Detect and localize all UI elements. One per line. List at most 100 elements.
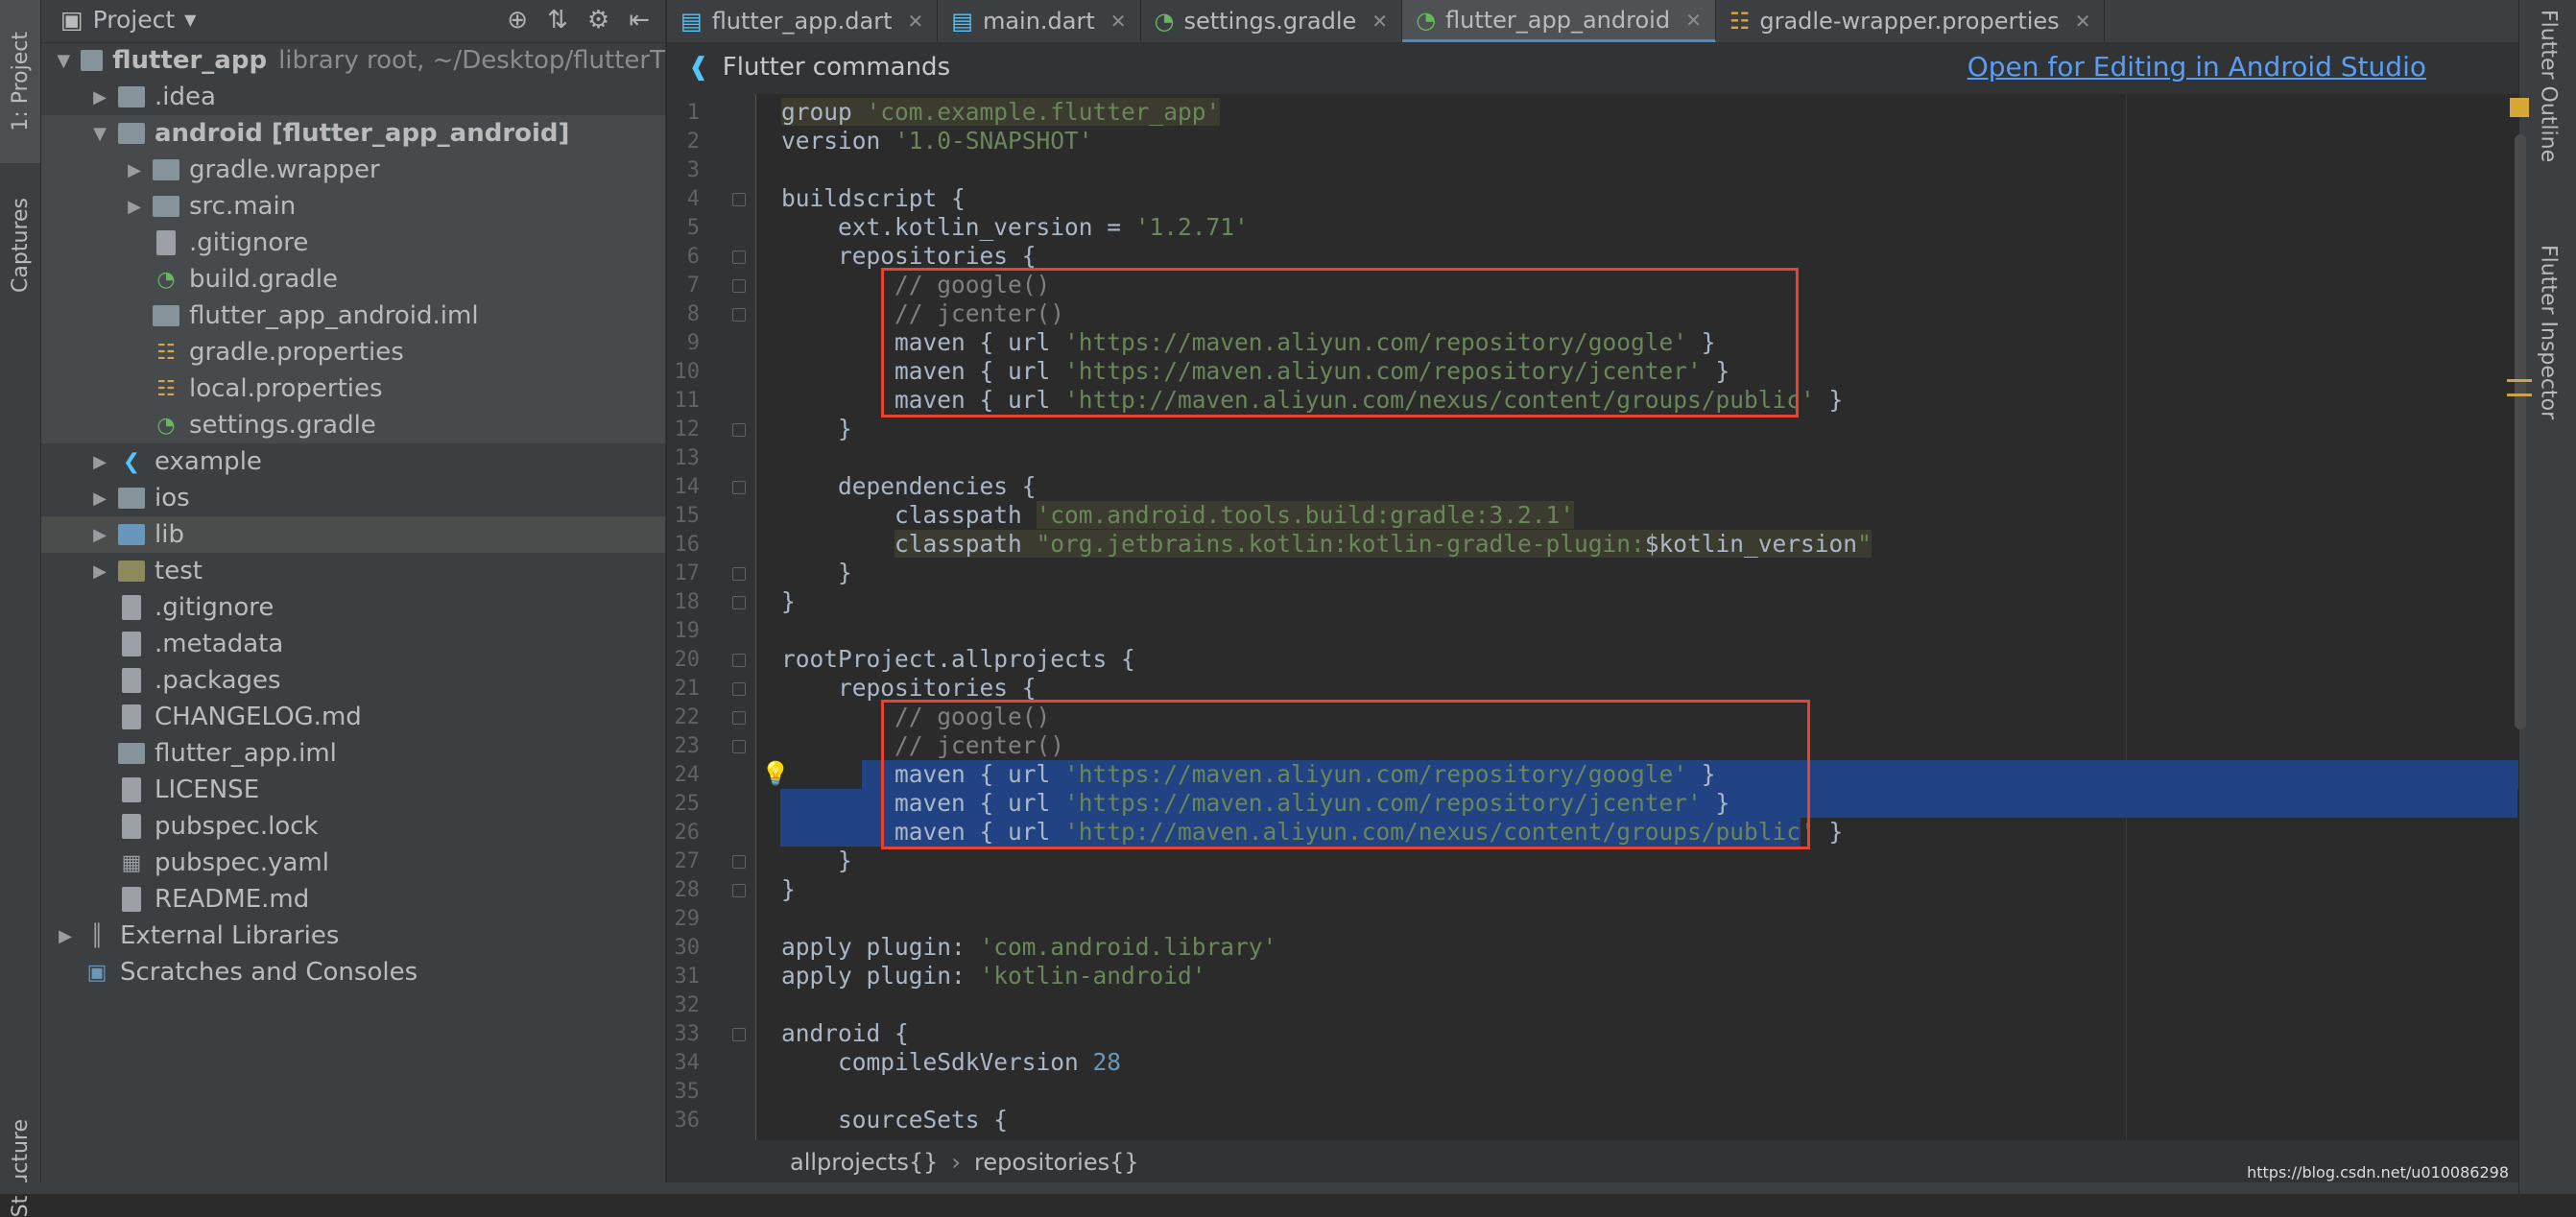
error-stripe-mark[interactable] (2507, 379, 2532, 382)
tree-item[interactable]: .packages (41, 662, 665, 699)
collapsed-arrow-icon[interactable]: ▶ (124, 160, 145, 180)
fold-marker-icon[interactable] (732, 251, 746, 264)
tree-item-label: ios (155, 484, 190, 513)
collapsed-arrow-icon[interactable]: ▶ (124, 197, 145, 217)
editor-tab[interactable]: ☷ gradle-wrapper.properties ✕ (1716, 0, 2106, 42)
code-line[interactable]: classpath "org.jetbrains.kotlin:kotlin-g… (781, 530, 1872, 558)
intention-bulb-icon[interactable]: 💡 (761, 760, 790, 787)
editor-tab[interactable]: ▤ flutter_app.dart ✕ (667, 0, 939, 42)
breadcrumb-item-allprojects[interactable]: allprojects{} (790, 1149, 938, 1176)
expanded-arrow-icon[interactable]: ▼ (89, 124, 110, 144)
tree-item[interactable]: ▶ ios (41, 480, 665, 516)
editor-tab[interactable]: ◔ settings.gradle ✕ (1141, 0, 1403, 42)
close-tab-icon[interactable]: ✕ (908, 10, 924, 33)
tree-item[interactable]: flutter_app.iml (41, 735, 665, 772)
tree-item[interactable]: ▶ ❮ example (41, 443, 665, 480)
editor-scrollbar[interactable] (2515, 134, 2526, 729)
code-line[interactable]: repositories { (781, 674, 1037, 702)
tree-item[interactable]: ▶ gradle.wrapper (41, 152, 665, 188)
code-line[interactable]: } (781, 875, 796, 903)
editor-tab[interactable]: ◔ flutter_app_android ✕ (1402, 0, 1716, 42)
code-line[interactable]: classpath 'com.android.tools.build:gradl… (781, 501, 1575, 529)
fold-marker-icon[interactable] (732, 481, 746, 494)
fold-marker-icon[interactable] (732, 308, 746, 322)
code-line[interactable]: } (781, 559, 852, 586)
fold-marker-icon[interactable] (732, 740, 746, 753)
tree-item[interactable]: flutter_app_android.iml (41, 298, 665, 334)
collapsed-arrow-icon[interactable]: ▶ (89, 489, 110, 509)
tree-item[interactable]: ◔ settings.gradle (41, 407, 665, 443)
fold-marker-icon[interactable] (732, 596, 746, 609)
tree-item[interactable]: ▶ lib (41, 516, 665, 553)
fold-marker-icon[interactable] (732, 279, 746, 293)
tree-item[interactable]: pubspec.lock (41, 808, 665, 845)
tree-item[interactable]: README.md (41, 881, 665, 918)
code-line[interactable]: } (781, 415, 852, 442)
breadcrumb-item-repositories[interactable]: repositories{} (974, 1149, 1139, 1176)
editor-tab[interactable]: ▤ main.dart ✕ (938, 0, 1141, 42)
code-line[interactable]: ext.kotlin_version = '1.2.71' (781, 213, 1249, 241)
warning-marker-icon[interactable] (2510, 98, 2529, 117)
tree-item[interactable]: .gitignore (41, 589, 665, 626)
fold-marker-icon[interactable] (732, 567, 746, 581)
code-line[interactable]: buildscript { (781, 184, 966, 212)
fold-marker-icon[interactable] (732, 193, 746, 206)
close-tab-icon[interactable]: ✕ (1685, 9, 1702, 32)
project-tool-tab[interactable]: 1: Project (0, 0, 40, 163)
fold-marker-icon[interactable] (732, 855, 746, 869)
collapsed-arrow-icon[interactable]: ▶ (89, 525, 110, 545)
code-line[interactable]: dependencies { (781, 472, 1037, 500)
collapsed-arrow-icon[interactable]: ▶ (89, 561, 110, 582)
tree-item[interactable]: ▼ flutter_app library root, ~/Desktop/flut… (41, 42, 665, 79)
code-line[interactable]: apply plugin: 'kotlin-android' (781, 962, 1206, 990)
open-in-android-studio-link[interactable]: Open for Editing in Android Studio (1968, 51, 2426, 83)
fold-marker-icon[interactable] (732, 423, 746, 437)
chevron-down-icon: ▼ (184, 11, 197, 29)
collapse-all-icon[interactable]: ⇅ (547, 6, 568, 35)
expanded-arrow-icon[interactable]: ▼ (55, 51, 73, 71)
tree-item[interactable]: LICENSE (41, 772, 665, 808)
code-line[interactable]: rootProject.allprojects { (781, 645, 1135, 673)
close-tab-icon[interactable]: ✕ (1110, 10, 1127, 33)
code-line[interactable]: group 'com.example.flutter_app' (781, 98, 1221, 126)
tree-item[interactable]: ▣ Scratches and Consoles (41, 954, 665, 990)
fold-marker-icon[interactable] (732, 1028, 746, 1041)
code-line[interactable]: apply plugin: 'com.android.library' (781, 933, 1276, 961)
fold-marker-icon[interactable] (732, 884, 746, 897)
error-stripe-mark[interactable] (2507, 394, 2532, 396)
tree-item[interactable]: ▶ src.main (41, 188, 665, 225)
code-line[interactable]: version '1.0-SNAPSHOT' (781, 127, 1093, 155)
code-line[interactable]: } (781, 847, 852, 874)
fold-marker-icon[interactable] (732, 682, 746, 696)
tree-item[interactable]: CHANGELOG.md (41, 699, 665, 735)
locate-icon[interactable]: ⊕ (507, 6, 528, 35)
tree-item[interactable]: ▶ .idea (41, 79, 665, 115)
fold-marker-icon[interactable] (732, 711, 746, 725)
project-view-selector[interactable]: ▣ Project ▼ (60, 6, 196, 34)
tree-item[interactable]: .metadata (41, 626, 665, 662)
captures-tool-tab[interactable]: Captures (0, 173, 40, 317)
close-tab-icon[interactable]: ✕ (2075, 10, 2091, 33)
tree-item[interactable]: .gitignore (41, 225, 665, 261)
tree-item[interactable]: ▼ android [flutter_app_android] (41, 115, 665, 152)
collapsed-arrow-icon[interactable]: ▶ (55, 926, 76, 946)
close-tab-icon[interactable]: ✕ (1371, 10, 1388, 33)
tree-item[interactable]: ▶ ║ External Libraries (41, 918, 665, 954)
tree-item[interactable]: ◔ build.gradle (41, 261, 665, 298)
flutter-inspector-tab[interactable]: Flutter Inspector (2519, 245, 2576, 465)
code-line[interactable]: } (781, 587, 796, 615)
tree-item[interactable]: ☷ gradle.properties (41, 334, 665, 370)
collapsed-arrow-icon[interactable]: ▶ (89, 452, 110, 472)
code-line[interactable]: repositories { (781, 242, 1037, 270)
fold-marker-icon[interactable] (732, 654, 746, 667)
code-line[interactable]: sourceSets { (781, 1106, 1008, 1133)
tree-item[interactable]: ▦ pubspec.yaml (41, 845, 665, 881)
code-line[interactable]: compileSdkVersion 28 (781, 1048, 1121, 1076)
tree-item[interactable]: ▶ test (41, 553, 665, 589)
tree-item[interactable]: ☷ local.properties (41, 370, 665, 407)
gear-icon[interactable]: ⚙ (587, 6, 609, 35)
hide-panel-icon[interactable]: ⇤ (629, 6, 650, 35)
code-line[interactable]: android { (781, 1019, 909, 1047)
code-editor[interactable]: group 'com.example.flutter_app' version '… (756, 94, 2518, 1140)
collapsed-arrow-icon[interactable]: ▶ (89, 87, 110, 107)
